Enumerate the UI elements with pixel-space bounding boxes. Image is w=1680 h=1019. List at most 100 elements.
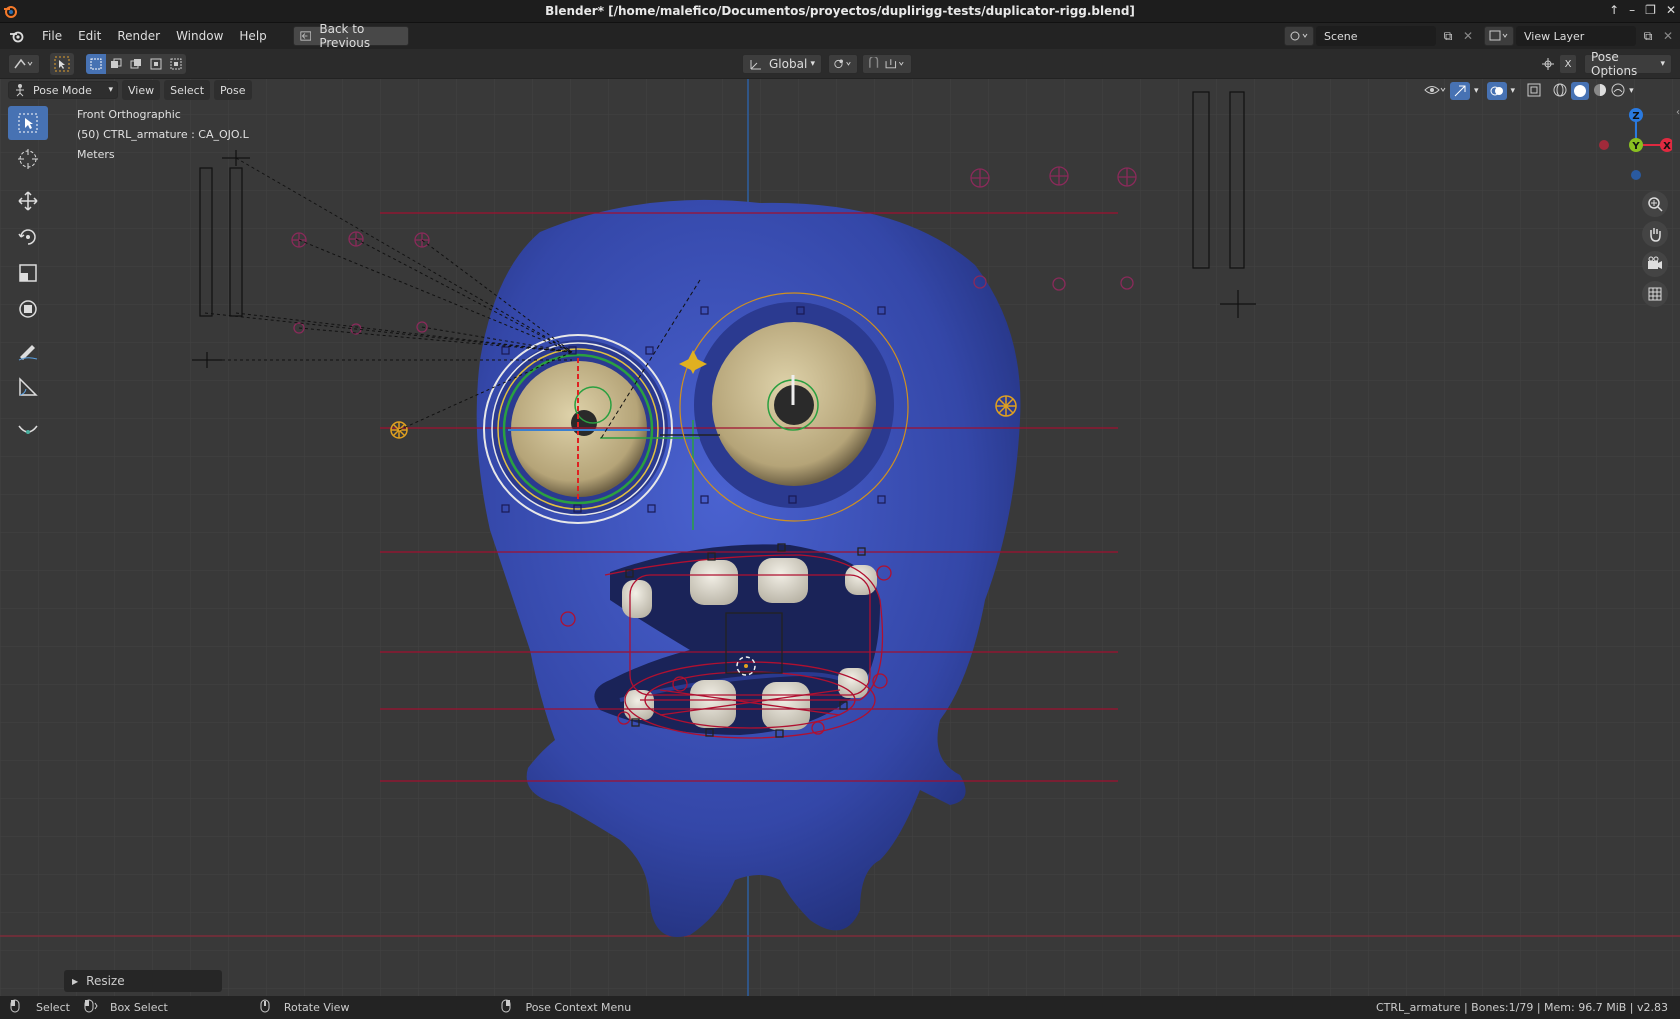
select-new-icon[interactable]: [86, 54, 106, 74]
scene-selector-icon[interactable]: [1284, 26, 1314, 46]
move-tool-icon[interactable]: [8, 184, 48, 218]
gizmo-neg-z-axis[interactable]: [1631, 170, 1641, 180]
gizmo-z-label: Z: [1632, 111, 1639, 122]
select-subtract-icon[interactable]: [126, 54, 146, 74]
mouse-right-icon: [501, 999, 511, 1016]
rendered-shading-icon[interactable]: [1611, 83, 1625, 100]
menu-pose[interactable]: Pose: [214, 80, 252, 100]
rotate-tool-icon[interactable]: [8, 220, 48, 254]
window-maximize-icon[interactable]: ❐: [1645, 3, 1656, 17]
gizmo-options-icon[interactable]: [1540, 57, 1556, 74]
tool-header: Global ▾ X Pose Options ▾: [0, 49, 1680, 79]
view-name: Front Orthographic: [77, 108, 181, 121]
menu-select[interactable]: Select: [164, 80, 211, 100]
pivot-point-icon[interactable]: [828, 54, 858, 74]
menu-file[interactable]: File: [34, 29, 70, 43]
select-intersect-icon[interactable]: [166, 54, 186, 74]
chevron-down-icon[interactable]: ▾: [1629, 86, 1634, 96]
camera-view-icon[interactable]: [1642, 251, 1668, 277]
chevron-down-icon[interactable]: ▾: [1511, 86, 1516, 96]
status-select: Select: [36, 1001, 70, 1014]
menu-edit[interactable]: Edit: [70, 29, 109, 43]
editor-type-icon[interactable]: [8, 54, 40, 74]
xray-toggle-icon[interactable]: [1527, 83, 1541, 100]
active-bone-info: (50) CTRL_armature : CA_OJO.L: [77, 128, 249, 141]
tool-shelf: [8, 106, 48, 446]
remove-scene-icon[interactable]: ✕: [1460, 29, 1476, 43]
visibility-icon[interactable]: [1424, 83, 1446, 100]
status-rotate-view: Rotate View: [283, 1001, 350, 1014]
gizmo-toggle-icon[interactable]: [1450, 82, 1470, 100]
cursor-tool-icon[interactable]: [8, 142, 48, 176]
pose-mode-icon: [16, 84, 24, 97]
viewport-canvas[interactable]: [0, 79, 1680, 996]
scale-tool-icon[interactable]: [8, 256, 48, 290]
3d-viewport[interactable]: Pose Mode ▾ View Select Pose ▾ ▾ ▾ Front…: [0, 79, 1680, 996]
overlays-toggle-icon[interactable]: [1486, 82, 1507, 100]
scene-name-field[interactable]: Scene: [1316, 26, 1436, 46]
menu-bar: File Edit Render Window Help Back to Pre…: [0, 22, 1680, 50]
chevron-down-icon: ▾: [810, 59, 815, 69]
last-operator-label: Resize: [86, 974, 125, 988]
window-minimize-icon[interactable]: –: [1629, 3, 1635, 17]
blender-menu-icon[interactable]: [0, 29, 34, 43]
mode-bar: Pose Mode ▾ View Select Pose: [8, 79, 252, 101]
status-box-select: Box Select: [109, 1001, 168, 1014]
mode-dropdown[interactable]: Pose Mode ▾: [8, 81, 118, 99]
expand-triangle-icon: ▶: [72, 976, 79, 986]
back-to-previous-button[interactable]: Back to Previous: [292, 22, 409, 50]
status-info: CTRL_armature | Bones:1/79 | Mem: 96.7 M…: [1375, 1001, 1668, 1014]
wireframe-shading-icon[interactable]: [1553, 83, 1567, 100]
select-invert-icon[interactable]: [146, 54, 166, 74]
transform-orientation-dropdown[interactable]: Global ▾: [742, 54, 822, 74]
sidebar-toggle-icon[interactable]: ‹: [1676, 107, 1680, 118]
window-title: Blender* [/home/malefico/Documentos/proy…: [545, 4, 1135, 18]
mouse-middle-icon: [260, 999, 270, 1016]
mouse-left-drag-icon: [84, 999, 98, 1016]
remove-view-layer-icon[interactable]: ✕: [1660, 29, 1676, 43]
mouse-left-icon: [10, 999, 20, 1016]
solid-shading-icon[interactable]: [1571, 82, 1590, 100]
last-operator-panel[interactable]: ▶ Resize: [64, 970, 222, 992]
gizmo-neg-x-axis[interactable]: [1599, 140, 1609, 150]
bend-tool-icon[interactable]: [8, 412, 48, 446]
chevron-down-icon: ▾: [1660, 59, 1665, 69]
status-bar: Select Box Select Rotate View Pose Conte…: [0, 996, 1680, 1019]
active-tool-icon[interactable]: [50, 53, 74, 75]
new-view-layer-icon[interactable]: ⧉: [1638, 29, 1658, 44]
x-mirror-toggle[interactable]: X: [1560, 55, 1576, 73]
zoom-icon[interactable]: [1642, 191, 1668, 217]
view-layer-field[interactable]: View Layer: [1516, 26, 1636, 46]
select-extend-icon[interactable]: [106, 54, 126, 74]
viewport-display-controls: ▾ ▾ ▾: [1424, 81, 1634, 101]
ortho-toggle-icon[interactable]: [1642, 281, 1668, 307]
window-close-icon[interactable]: ✕: [1666, 3, 1676, 17]
view-layer-selector-icon[interactable]: [1484, 26, 1514, 46]
chevron-down-icon[interactable]: ▾: [1474, 86, 1479, 96]
gizmo-x-label: X: [1663, 141, 1671, 152]
pose-options-dropdown[interactable]: Pose Options ▾: [1584, 50, 1672, 78]
chevron-down-icon: ▾: [108, 85, 113, 95]
measure-tool-icon[interactable]: [8, 370, 48, 404]
back-icon: [300, 31, 311, 41]
menu-help[interactable]: Help: [231, 29, 274, 43]
menu-render[interactable]: Render: [109, 29, 168, 43]
mode-label: Pose Mode: [33, 83, 92, 97]
blender-logo-icon: [4, 6, 17, 18]
menu-view[interactable]: View: [122, 80, 161, 100]
snap-toggle-icon[interactable]: [862, 54, 912, 74]
material-shading-icon[interactable]: [1593, 83, 1607, 100]
back-to-previous-label: Back to Previous: [319, 22, 371, 50]
window-up-icon[interactable]: ↑: [1609, 3, 1619, 17]
transform-tool-icon[interactable]: [8, 292, 48, 326]
units-label: Meters: [77, 148, 115, 161]
pose-options-label: Pose Options: [1591, 50, 1638, 78]
annotate-tool-icon[interactable]: [8, 334, 48, 368]
select-box-tool-icon[interactable]: [8, 106, 48, 140]
new-scene-icon[interactable]: ⧉: [1438, 29, 1458, 44]
pan-hand-icon[interactable]: [1642, 221, 1668, 247]
title-bar: Blender* [/home/malefico/Documentos/proy…: [0, 0, 1680, 23]
navigation-gizmo[interactable]: Z X Y: [1592, 103, 1674, 183]
orientation-label: Global: [769, 57, 808, 71]
menu-window[interactable]: Window: [168, 29, 231, 43]
